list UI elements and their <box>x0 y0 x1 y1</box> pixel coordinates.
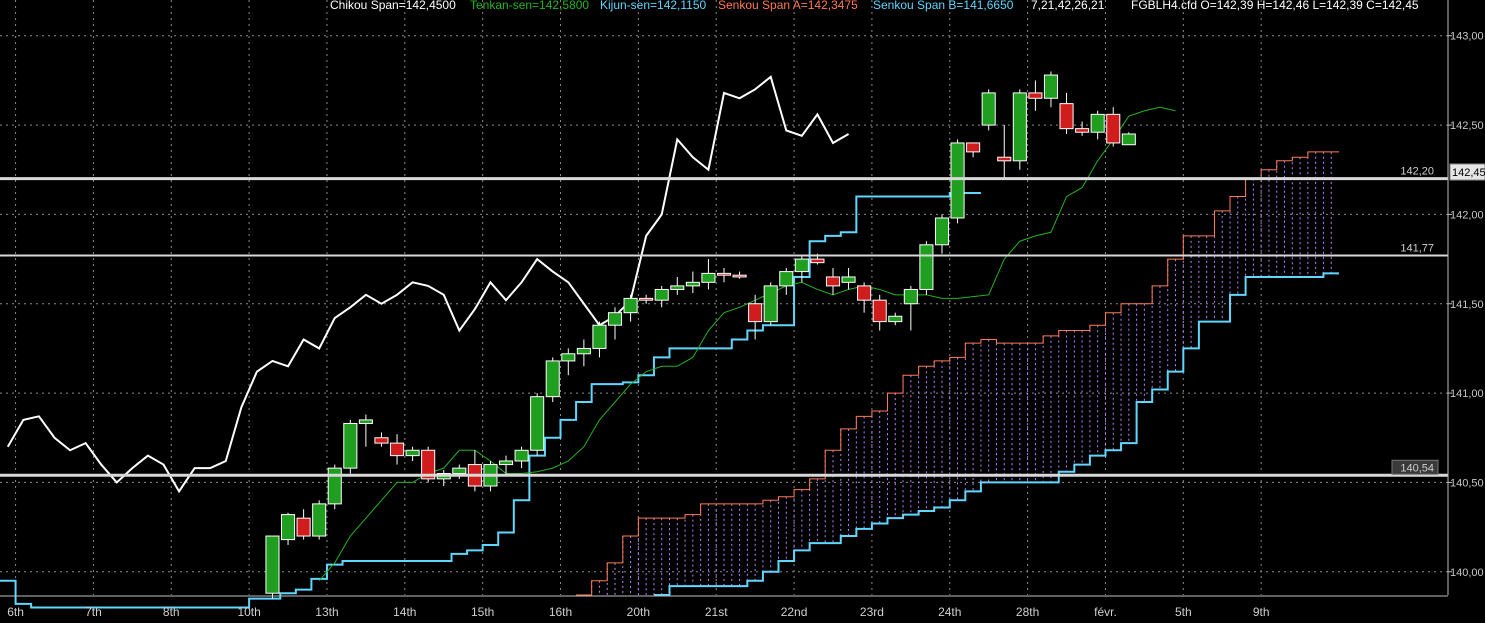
candle-body <box>374 437 389 444</box>
candle-body <box>1043 74 1059 99</box>
senkou-a-legend: Senkou Span A=142,3475 <box>718 0 858 12</box>
chikou-legend: Chikou Span=142,4500 <box>330 0 456 12</box>
x-tick-label: 21st <box>705 605 728 619</box>
candle-body <box>545 360 560 398</box>
last-price-tag: 142,45 <box>1449 163 1485 181</box>
candle-body <box>794 258 809 273</box>
candle-body <box>888 315 903 323</box>
candle-body <box>639 297 654 301</box>
x-tick-label: 7th <box>85 605 102 619</box>
x-tick-label: 16th <box>549 605 572 619</box>
indicator-lines <box>0 75 1340 609</box>
candle-body <box>841 276 856 283</box>
candle-body <box>452 467 467 474</box>
candle-body <box>903 288 918 305</box>
candle-body <box>281 514 296 541</box>
candle-body <box>327 467 342 505</box>
kijun-legend: Kijun-sen=142,1150 <box>600 0 707 12</box>
chikou-span-line <box>6 75 850 494</box>
candle-body <box>514 449 529 462</box>
x-tick-label: 24th <box>938 605 961 619</box>
senkou-b-legend: Senkou Span B=141,6650 <box>873 0 1014 12</box>
y-tick-label: 143,00 <box>1450 31 1484 43</box>
y-tick-label: 141,50 <box>1450 299 1484 311</box>
y-tick-label: 141,00 <box>1450 388 1484 400</box>
candle-body <box>607 312 623 326</box>
candle-body <box>981 92 996 126</box>
candle-body <box>358 419 373 424</box>
axes: 140,00 140,50 141,00 141,50 142,00 142,50 143,… <box>0 0 1484 619</box>
price-tag-label: 142,45 <box>1452 167 1485 179</box>
x-tick-label: 28th <box>1016 605 1039 619</box>
x-tick-label: 8th <box>163 605 180 619</box>
candle-body <box>1121 133 1136 146</box>
header-legend: Chikou Span=142,4500 Tenkan-sen=142,5800… <box>330 0 1419 12</box>
candle-body <box>716 272 732 276</box>
y-tick-label: 140,50 <box>1450 477 1484 489</box>
candle-body <box>561 353 576 362</box>
candle-body <box>732 274 747 278</box>
candle-body <box>670 285 685 290</box>
x-tick-label: 14th <box>393 605 416 619</box>
candle-body <box>966 142 981 153</box>
candle-body <box>296 517 311 537</box>
candle-body <box>1075 128 1090 133</box>
candle-body <box>1028 92 1043 99</box>
ichimoku-chart: 142,20 141,77 140,54 140,00 140,50 141,00 141… <box>0 0 1485 619</box>
candle-body <box>934 217 950 246</box>
level-label: 141,77 <box>1400 243 1434 255</box>
x-tick-label: 9th <box>1253 605 1270 619</box>
candle-body <box>919 244 934 290</box>
candle-body <box>312 503 327 537</box>
y-tick-label: 140,00 <box>1450 567 1484 579</box>
x-tick-label: 20th <box>627 605 650 619</box>
candle-body <box>623 297 638 314</box>
candle-body <box>779 271 794 287</box>
candle-body <box>825 276 841 287</box>
tenkan-legend: Tenkan-sen=142,5800 <box>470 0 589 12</box>
x-tick-label: 6th <box>7 605 24 619</box>
x-tick-label: févr. <box>1094 605 1117 619</box>
candle-body <box>1106 113 1121 144</box>
candle-body <box>592 324 607 349</box>
candle-body <box>810 258 825 264</box>
candle-body <box>701 272 716 283</box>
candle-body <box>576 347 591 355</box>
x-tick-label: 15th <box>471 605 494 619</box>
x-tick-label: 10th <box>237 605 260 619</box>
ohlc-legend: FGBLH4.cfd O=142,39 H=142,46 L=142,39 C=… <box>1131 0 1419 12</box>
candle-body <box>857 285 872 301</box>
x-tick-label: 13th <box>315 605 338 619</box>
x-tick-label: 23rd <box>860 605 884 619</box>
y-tick-label: 142,00 <box>1450 209 1484 221</box>
candle-body <box>530 396 545 451</box>
candle-body <box>872 299 887 323</box>
level-label: 140,54 <box>1400 462 1434 474</box>
candle-body <box>748 303 763 323</box>
candle-body <box>265 535 280 594</box>
candle-body <box>1090 113 1105 133</box>
x-tick-label: 22nd <box>781 605 808 619</box>
candle-body <box>498 460 514 466</box>
candle-body <box>997 156 1012 162</box>
candle-body <box>1059 103 1074 130</box>
level-label: 142,20 <box>1400 166 1434 178</box>
candle-body <box>763 285 778 323</box>
candle-body <box>950 142 965 219</box>
params-legend: 7,21,42,26,21 <box>1031 0 1105 12</box>
candle-body <box>685 281 700 287</box>
candle-body <box>343 422 358 469</box>
candle-body <box>389 442 405 457</box>
candle-body <box>654 288 669 301</box>
candle-body <box>1012 92 1027 162</box>
x-tick-label: 5th <box>1175 605 1192 619</box>
candle-body <box>405 449 420 457</box>
y-tick-label: 142,50 <box>1450 120 1484 132</box>
